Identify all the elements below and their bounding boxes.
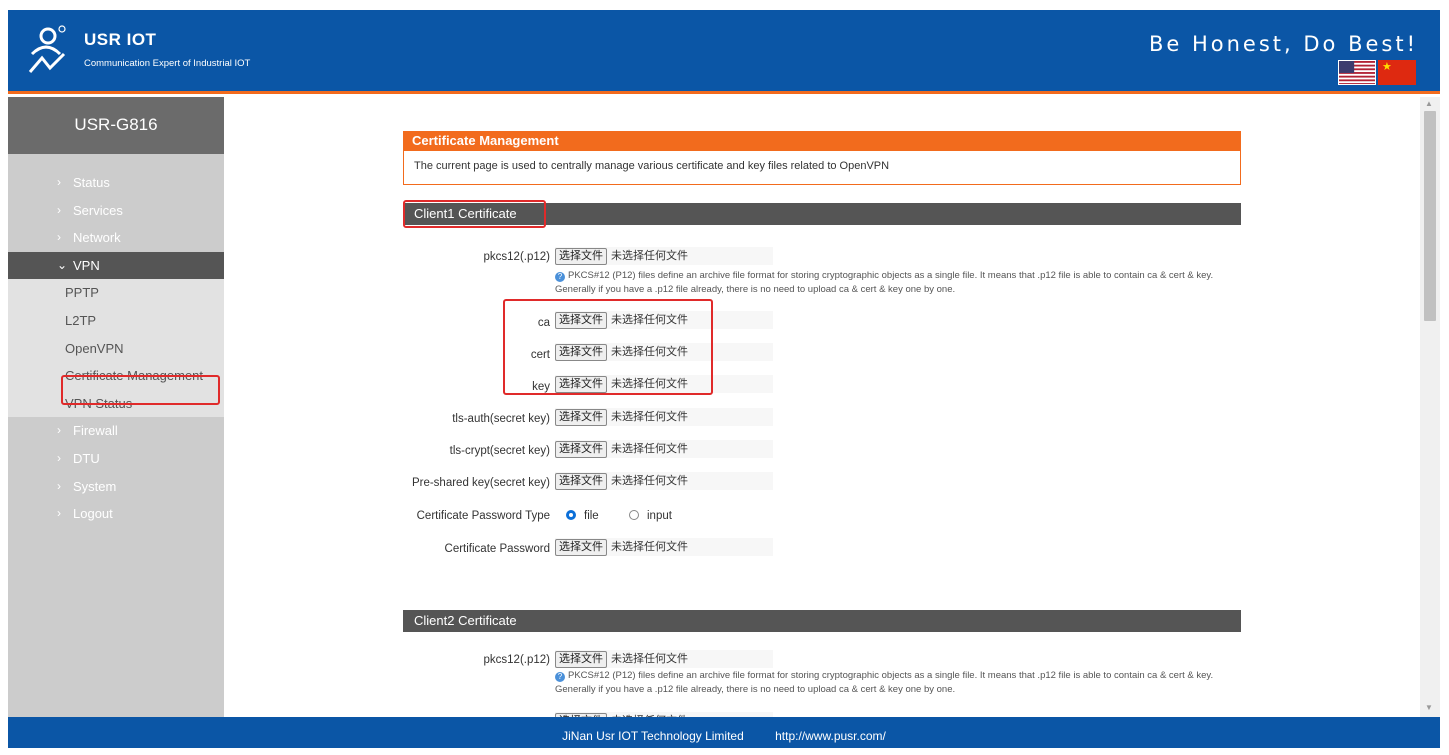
pkcs12-label: pkcs12(.p12)	[483, 251, 550, 263]
sidebar-item-dtu[interactable]: › DTU	[8, 445, 224, 473]
footer-company: JiNan Usr IOT Technology Limited	[562, 729, 744, 743]
chevron-right-icon: ›	[57, 230, 61, 245]
client2-pkcs12-label: pkcs12(.p12)	[483, 654, 550, 666]
choose-file-button[interactable]: 选择文件	[555, 441, 607, 458]
header-bar: USR IOT Communication Expert of Industri…	[8, 10, 1440, 94]
browser-page: USR IOT Communication Expert of Industri…	[8, 10, 1440, 748]
chevron-right-icon: ›	[57, 478, 61, 493]
no-file-text: 未选择任何文件	[611, 541, 688, 553]
sidebar-item-services[interactable]: › Services	[8, 197, 224, 225]
sidebar-menu: › Status › Services › Network ⌄ VPN PPTP L2T…	[8, 169, 224, 528]
submenu-item-l2tp[interactable]: L2TP	[8, 307, 224, 335]
highlight-box	[61, 375, 220, 405]
password-type-input-radio[interactable]: input	[629, 510, 672, 522]
vertical-scrollbar[interactable]: ▲ ▼	[1420, 97, 1440, 717]
radio-selected-icon	[566, 510, 576, 520]
password-type-label: Certificate Password Type	[416, 510, 550, 522]
page-description: The current page is used to centrally ma…	[403, 151, 1241, 185]
highlight-box	[503, 299, 713, 395]
no-file-text: 未选择任何文件	[611, 443, 688, 455]
sidebar-item-system[interactable]: › System	[8, 473, 224, 501]
sidebar-item-network[interactable]: › Network	[8, 224, 224, 252]
choose-file-button[interactable]: 选择文件	[555, 248, 607, 265]
tls-crypt-label: tls-crypt(secret key)	[449, 445, 550, 457]
footer-bar: JiNan Usr IOT Technology Limited http://…	[8, 717, 1440, 748]
no-file-text: 未选择任何文件	[611, 475, 688, 487]
chevron-right-icon: ›	[57, 450, 61, 465]
choose-file-button[interactable]: 选择文件	[555, 651, 607, 668]
sidebar-item-firewall[interactable]: › Firewall	[8, 417, 224, 445]
help-icon: ?	[555, 272, 565, 282]
tls-auth-file-input[interactable]: 选择文件 未选择任何文件	[555, 408, 773, 426]
choose-file-button[interactable]: 选择文件	[555, 473, 607, 490]
scroll-up-arrow-icon[interactable]: ▲	[1425, 99, 1433, 108]
motto-text: Be Honest, Do Best!	[1148, 32, 1418, 56]
certificate-password-file-input[interactable]: 选择文件 未选择任何文件	[555, 538, 773, 556]
pkcs12-hint: ? PKCS#12 (P12) files define an archive f…	[555, 269, 1235, 297]
usr-logo-icon	[28, 25, 66, 73]
radio-unselected-icon	[629, 510, 639, 520]
scroll-down-arrow-icon[interactable]: ▼	[1425, 703, 1433, 712]
english-flag-icon[interactable]	[1338, 60, 1376, 85]
hint-text: PKCS#12 (P12) files define an archive fi…	[555, 670, 1214, 695]
page-title: Certificate Management	[403, 131, 1241, 151]
password-type-file-radio[interactable]: file	[566, 510, 599, 522]
no-file-text: 未选择任何文件	[611, 653, 688, 665]
sidebar-item-vpn[interactable]: ⌄ VPN	[8, 251, 224, 280]
scrollbar-thumb[interactable]	[1424, 111, 1436, 321]
no-file-text: 未选择任何文件	[611, 411, 688, 423]
brand-tagline: Communication Expert of Industrial IOT	[84, 58, 251, 69]
sidebar-item-status[interactable]: › Status	[8, 169, 224, 197]
certificate-password-label: Certificate Password	[444, 543, 550, 555]
device-name: USR-G816	[8, 97, 224, 154]
client2-pkcs12-file-input[interactable]: 选择文件 未选择任何文件	[555, 650, 773, 668]
sidebar: USR-G816 › Status › Services › Network ⌄ VPN…	[8, 97, 224, 717]
chevron-right-icon: ›	[57, 175, 61, 189]
hint-text: PKCS#12 (P12) files define an archive fi…	[555, 270, 1214, 295]
pre-shared-key-file-input[interactable]: 选择文件 未选择任何文件	[555, 472, 773, 490]
submenu-item-pptp[interactable]: PPTP	[8, 279, 224, 307]
brand-name: USR IOT	[84, 30, 157, 49]
choose-file-button[interactable]: 选择文件	[555, 409, 607, 426]
sidebar-item-logout[interactable]: › Logout	[8, 500, 224, 528]
no-file-text: 未选择任何文件	[611, 250, 688, 262]
chevron-right-icon: ›	[57, 423, 61, 438]
footer-url[interactable]: http://www.pusr.com/	[775, 729, 886, 743]
client2-pkcs12-hint: ? PKCS#12 (P12) files define an archive f…	[555, 669, 1235, 697]
tls-crypt-file-input[interactable]: 选择文件 未选择任何文件	[555, 440, 773, 458]
highlight-box	[403, 200, 546, 228]
chinese-flag-icon[interactable]: ★	[1378, 60, 1416, 85]
pkcs12-file-input[interactable]: 选择文件 未选择任何文件	[555, 247, 773, 265]
submenu-item-openvpn[interactable]: OpenVPN	[8, 335, 224, 363]
tls-auth-label: tls-auth(secret key)	[452, 413, 550, 425]
chevron-right-icon: ›	[57, 506, 61, 521]
choose-file-button[interactable]: 选择文件	[555, 539, 607, 556]
help-icon: ?	[555, 672, 565, 682]
chevron-right-icon: ›	[57, 202, 61, 217]
main-content: Certificate Management The current page …	[224, 97, 1420, 717]
chevron-down-icon: ⌄	[57, 257, 68, 272]
pre-shared-key-label: Pre-shared key(secret key)	[411, 477, 550, 489]
client2-section-header: Client2 Certificate	[403, 610, 1241, 632]
